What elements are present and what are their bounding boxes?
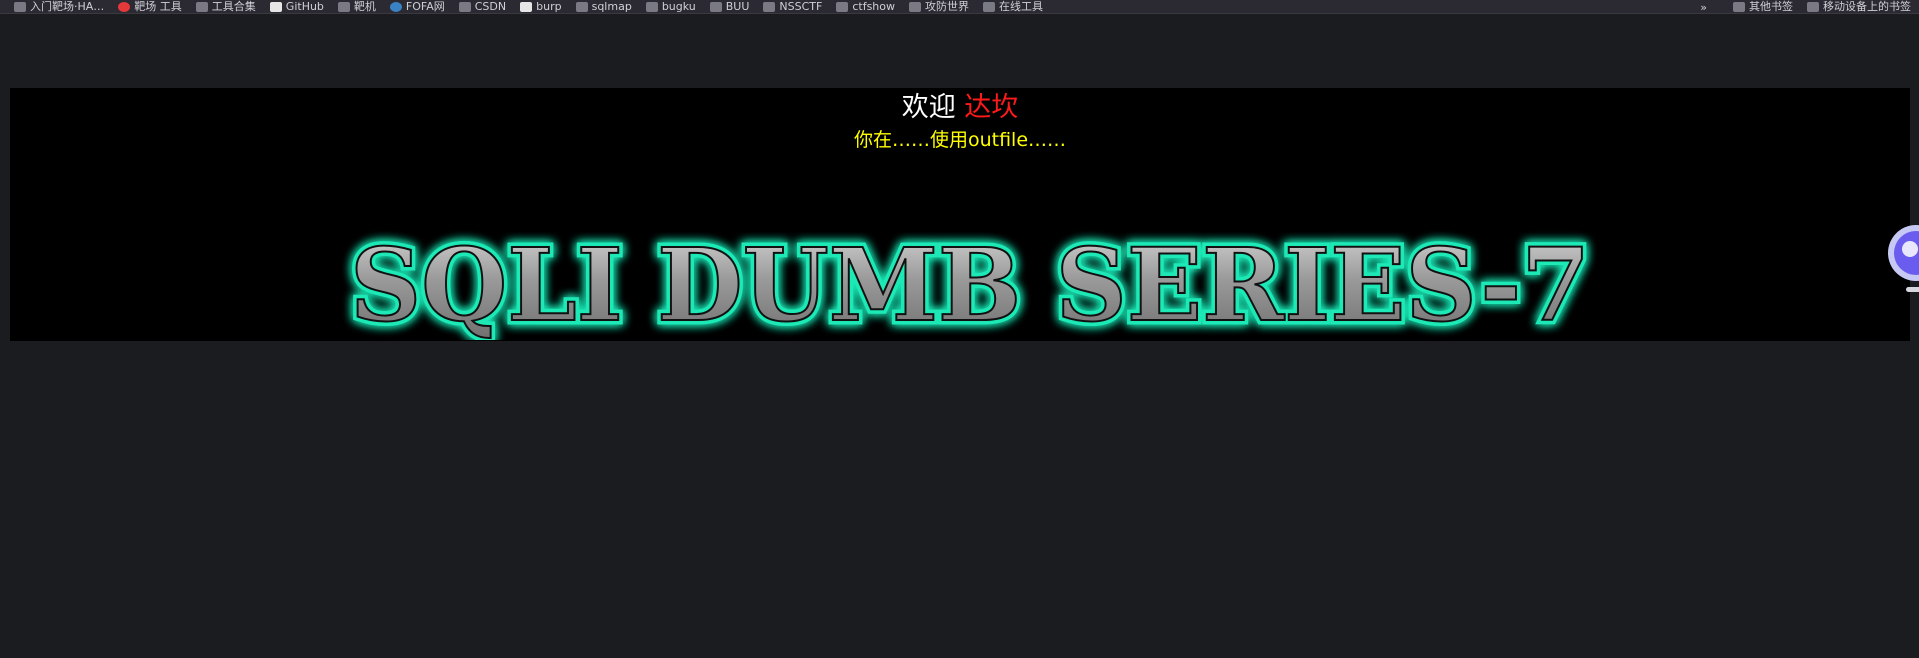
- bookmark-item-other[interactable]: 其他书签: [1733, 1, 1793, 13]
- folder-icon: [195, 2, 208, 12]
- bookmark-item[interactable]: NSSCTF: [763, 1, 822, 13]
- status-message: 你在……使用outfile……: [853, 129, 1067, 151]
- bookmark-label: 入门靶场·HA…: [30, 0, 105, 13]
- bookmark-item[interactable]: 靶场 工具: [118, 1, 182, 13]
- bookmark-item[interactable]: 入门靶场·HA…: [14, 1, 104, 13]
- welcome-name: 达坎: [964, 92, 1019, 123]
- bookmark-label: NSSCTF: [779, 0, 823, 13]
- bookmark-item[interactable]: 工具合集: [195, 0, 256, 13]
- bookmark-item[interactable]: GitHub: [269, 0, 324, 13]
- bookmark-label: bugku: [661, 0, 696, 13]
- folder-icon: [983, 2, 996, 12]
- bookmark-item[interactable]: burp: [520, 0, 562, 13]
- bookmark-item[interactable]: 在线工具: [983, 1, 1043, 13]
- welcome-line: 欢迎 达坎: [10, 90, 1910, 126]
- bookmark-label: 攻防世界: [925, 0, 970, 13]
- bookmark-label: BUU: [725, 0, 750, 13]
- bookmark-label: 靶场 工具: [134, 0, 182, 13]
- page-banner: 欢迎 达坎 你在……使用outfile…… SQLI DUMB SERIES-7…: [10, 88, 1910, 341]
- title-logo-text: SQLI DUMB SERIES-7: [350, 230, 1590, 340]
- bookmark-label: 其他书签: [1749, 0, 1793, 13]
- bookmark-label: ctfshow: [852, 0, 896, 13]
- red-circle-icon: [118, 2, 131, 12]
- bookmark-item[interactable]: CSDN: [458, 0, 507, 13]
- bookmark-label: burp: [536, 0, 562, 13]
- assistant-widget-icon[interactable]: [1884, 205, 1919, 305]
- bookmark-item[interactable]: bugku: [645, 0, 696, 13]
- folder-icon: [337, 2, 350, 12]
- folder-icon: [1807, 2, 1819, 12]
- bookmark-label: FOFA网: [405, 0, 445, 13]
- bookmark-item[interactable]: 靶机: [337, 0, 376, 13]
- folder-icon: [836, 2, 849, 12]
- folder-icon: [575, 2, 588, 12]
- bookmark-item[interactable]: sqlmap: [575, 0, 632, 13]
- folder-icon: [14, 2, 26, 12]
- bookmark-item-mobile[interactable]: 移动设备上的书签: [1807, 1, 1911, 13]
- globe-icon: [269, 2, 282, 12]
- bookmark-label: 工具合集: [211, 0, 256, 13]
- folder-icon: [909, 2, 922, 12]
- folder-icon: [645, 2, 658, 12]
- bookmark-item[interactable]: ctfshow: [836, 1, 895, 13]
- folder-icon: [458, 2, 471, 12]
- title-logo: SQLI DUMB SERIES-7 SQLI DUMB SERIES-7: [346, 230, 1595, 340]
- bookmarks-bar: 入门靶场·HA… 靶场 工具 工具合集 GitHub 靶机 FOFA网 CSDN…: [0, 0, 1919, 14]
- bookmark-label: GitHub: [285, 0, 324, 13]
- folder-icon: [763, 2, 776, 12]
- bookmark-item[interactable]: 攻防世界: [909, 1, 969, 13]
- bookmark-label: 靶机: [353, 0, 376, 13]
- bookmark-label: sqlmap: [591, 0, 632, 13]
- folder-icon: [1733, 2, 1745, 12]
- bookmark-label: CSDN: [474, 0, 507, 13]
- bookmarks-overflow-button[interactable]: »: [1700, 2, 1707, 13]
- white-square-icon: [520, 2, 533, 12]
- bookmark-label: 移动设备上的书签: [1823, 0, 1911, 13]
- welcome-prefix: 欢迎: [901, 92, 956, 123]
- folder-icon: [709, 2, 722, 12]
- bookmark-label: 在线工具: [999, 0, 1044, 13]
- bookmark-item[interactable]: FOFA网: [389, 0, 445, 13]
- bookmark-item[interactable]: BUU: [709, 0, 750, 13]
- blue-circle-icon: [389, 2, 402, 12]
